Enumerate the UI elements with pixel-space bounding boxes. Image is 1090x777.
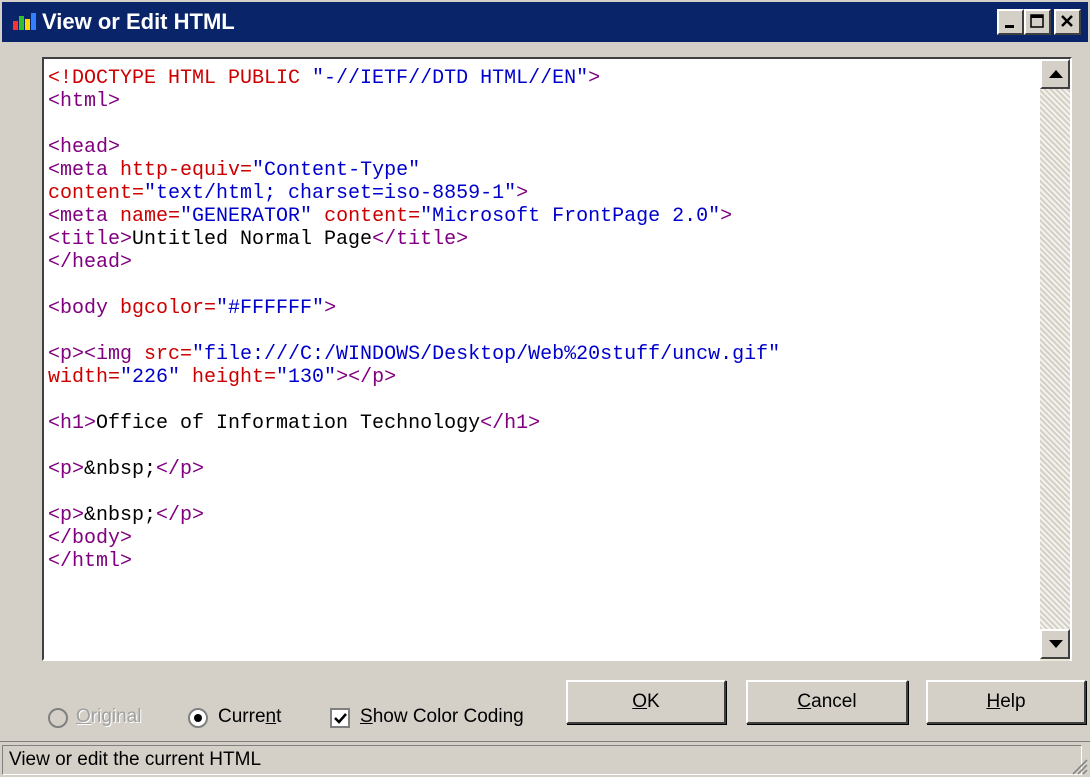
maximize-button[interactable] bbox=[1024, 9, 1051, 35]
show-color-coding-checkbox[interactable] bbox=[330, 708, 350, 728]
code-token: "#FFFFFF" bbox=[216, 297, 325, 320]
code-token: "-//IETF//DTD HTML//EN" bbox=[312, 67, 589, 90]
status-bar: View or edit the current HTML bbox=[0, 741, 1090, 777]
dialog-options: Original Current Show Color Coding OK Ca… bbox=[0, 680, 1090, 740]
triangle-down-icon bbox=[1049, 640, 1063, 648]
code-token: <meta bbox=[48, 159, 121, 182]
code-token: "226" bbox=[120, 366, 193, 389]
code-token: "file:///C:/WINDOWS/Desktop/Web%20stuff/… bbox=[192, 343, 781, 366]
code-token: &nbsp; bbox=[84, 504, 157, 527]
original-label: Original bbox=[76, 706, 142, 727]
code-token: </body> bbox=[48, 527, 133, 550]
code-token: </html> bbox=[48, 550, 133, 573]
scroll-track[interactable] bbox=[1040, 89, 1070, 629]
code-line[interactable]: <h1>Office of Information Technology</h1… bbox=[48, 412, 780, 435]
code-token: <h1> bbox=[48, 412, 97, 435]
checkmark-icon bbox=[334, 713, 347, 724]
code-token: name= bbox=[120, 205, 181, 228]
code-token: </head> bbox=[48, 251, 133, 274]
code-line[interactable]: <!DOCTYPE HTML PUBLIC "-//IETF//DTD HTML… bbox=[48, 67, 780, 90]
status-text: View or edit the current HTML bbox=[9, 749, 262, 770]
code-token: <meta bbox=[48, 205, 121, 228]
html-editor[interactable]: <!DOCTYPE HTML PUBLIC "-//IETF//DTD HTML… bbox=[42, 57, 1042, 661]
code-token: Untitled Normal Page bbox=[132, 228, 373, 251]
code-token: <head> bbox=[48, 136, 121, 159]
code-line[interactable]: <p>&nbsp;</p> bbox=[48, 504, 780, 527]
code-token: <title> bbox=[48, 228, 133, 251]
code-line[interactable] bbox=[48, 113, 780, 136]
scroll-down-button[interactable] bbox=[1040, 629, 1070, 659]
code-token: content= bbox=[48, 182, 145, 205]
code-token: &nbsp; bbox=[84, 458, 157, 481]
code-token: "Content-Type" bbox=[252, 159, 421, 182]
code-token: content= bbox=[324, 205, 421, 228]
window-title: View or Edit HTML bbox=[42, 9, 235, 34]
code-token: "text/html; charset=iso-8859-1" bbox=[144, 182, 517, 205]
code-line[interactable] bbox=[48, 274, 780, 297]
code-line[interactable] bbox=[48, 481, 780, 504]
code-token: "130" bbox=[276, 366, 337, 389]
code-token: > bbox=[516, 182, 529, 205]
minimize-icon bbox=[1005, 25, 1014, 28]
close-button[interactable] bbox=[1054, 9, 1081, 35]
code-line[interactable]: content="text/html; charset=iso-8859-1"> bbox=[48, 182, 780, 205]
resize-grip-icon[interactable] bbox=[1068, 755, 1088, 775]
code-token: Office of Information Technology bbox=[96, 412, 481, 435]
title-bar[interactable]: View or Edit HTML bbox=[2, 2, 1088, 42]
current-radio[interactable] bbox=[188, 708, 208, 728]
frontpage-app-icon bbox=[12, 11, 38, 33]
cancel-button[interactable]: Cancel bbox=[746, 680, 908, 724]
code-line[interactable]: </head> bbox=[48, 251, 780, 274]
code-token: src= bbox=[144, 343, 193, 366]
code-token: <!DOCTYPE HTML PUBLIC bbox=[48, 67, 313, 90]
minimize-button[interactable] bbox=[997, 9, 1024, 35]
code-token: bgcolor= bbox=[120, 297, 217, 320]
close-icon bbox=[1061, 15, 1073, 27]
status-panel: View or edit the current HTML bbox=[2, 745, 1082, 775]
view-edit-html-dialog: View or Edit HTML <!DOCTYPE HTML PUBLIC … bbox=[0, 0, 1090, 777]
scroll-up-button[interactable] bbox=[1040, 59, 1070, 89]
code-token: </p> bbox=[156, 458, 205, 481]
code-line[interactable]: <html> bbox=[48, 90, 780, 113]
help-button[interactable]: Help bbox=[926, 680, 1086, 724]
code-token: > bbox=[588, 67, 601, 90]
code-token: <p> bbox=[48, 458, 85, 481]
code-line[interactable]: </html> bbox=[48, 550, 780, 573]
code-line[interactable] bbox=[48, 389, 780, 412]
code-token: width= bbox=[48, 366, 121, 389]
code-token: http-equiv= bbox=[120, 159, 253, 182]
ok-button[interactable]: OK bbox=[566, 680, 726, 724]
code-line[interactable]: <title>Untitled Normal Page</title> bbox=[48, 228, 780, 251]
vertical-scrollbar[interactable] bbox=[1040, 57, 1072, 661]
code-line[interactable]: </body> bbox=[48, 527, 780, 550]
code-token: </p> bbox=[156, 504, 205, 527]
code-line[interactable]: <meta name="GENERATOR" content="Microsof… bbox=[48, 205, 780, 228]
code-token: <p> bbox=[48, 504, 85, 527]
code-token: <body bbox=[48, 297, 121, 320]
maximize-icon bbox=[1030, 14, 1044, 28]
show-color-coding-label: Show Color Coding bbox=[360, 706, 524, 727]
code-line[interactable] bbox=[48, 320, 780, 343]
code-line[interactable]: <head> bbox=[48, 136, 780, 159]
code-token: height= bbox=[192, 366, 277, 389]
code-line[interactable] bbox=[48, 435, 780, 458]
code-token: </h1> bbox=[480, 412, 541, 435]
code-line[interactable]: <p><img src="file:///C:/WINDOWS/Desktop/… bbox=[48, 343, 780, 366]
current-label: Current bbox=[218, 706, 282, 727]
code-line[interactable]: width="226" height="130"></p> bbox=[48, 366, 780, 389]
code-token: > bbox=[324, 297, 337, 320]
code-token: "Microsoft FrontPage 2.0" bbox=[420, 205, 721, 228]
code-token: </title> bbox=[372, 228, 469, 251]
code-line[interactable]: <body bgcolor="#FFFFFF"> bbox=[48, 297, 780, 320]
code-token: <html> bbox=[48, 90, 121, 113]
code-line[interactable]: <p>&nbsp;</p> bbox=[48, 458, 780, 481]
code-line[interactable]: <meta http-equiv="Content-Type" bbox=[48, 159, 780, 182]
code-token: > bbox=[720, 205, 733, 228]
original-radio[interactable] bbox=[48, 708, 68, 728]
triangle-up-icon bbox=[1049, 70, 1063, 78]
code-token: <p><img bbox=[48, 343, 145, 366]
code-token: "GENERATOR" bbox=[180, 205, 325, 228]
code-token: ></p> bbox=[336, 366, 397, 389]
html-source[interactable]: <!DOCTYPE HTML PUBLIC "-//IETF//DTD HTML… bbox=[48, 67, 780, 573]
